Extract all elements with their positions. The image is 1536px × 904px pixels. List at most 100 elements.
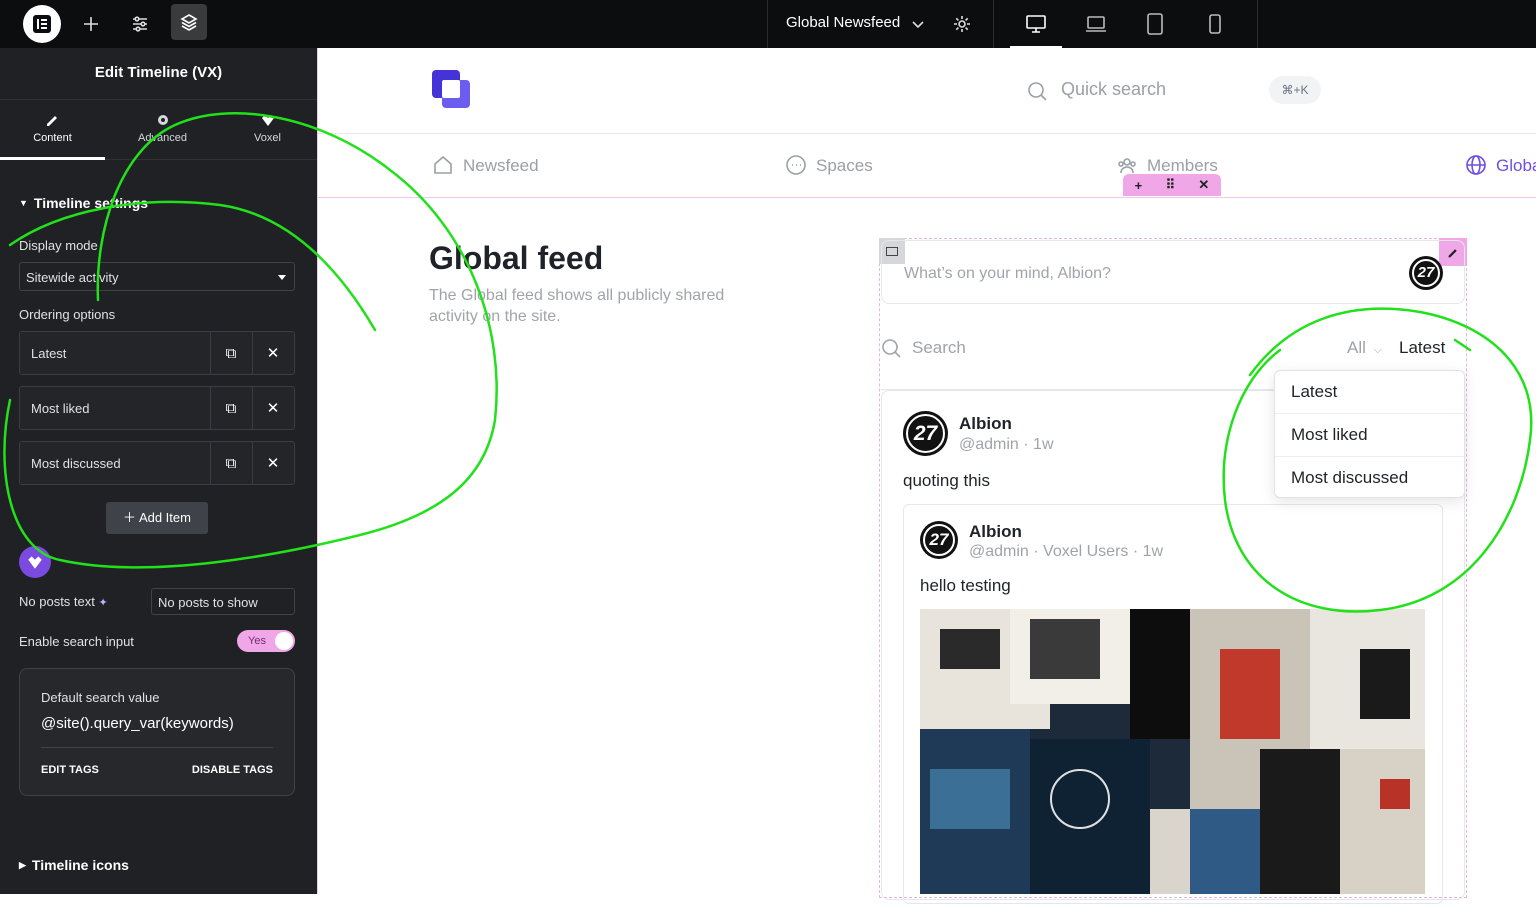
tablet-icon[interactable] [1143, 12, 1167, 36]
dropdown-option[interactable]: Latest [1275, 371, 1464, 414]
tab-content-label: Content [33, 132, 72, 144]
ordering-item-label: Most liked [31, 401, 90, 416]
toggle-knob [275, 632, 293, 650]
default-search-value[interactable]: @site().query_var(keywords) [41, 715, 234, 732]
display-mode-value: Sitewide activity [26, 270, 119, 285]
mobile-icon[interactable] [1203, 12, 1227, 36]
tab-advanced-label: Advanced [138, 132, 187, 144]
dropdown-option[interactable]: Most liked [1275, 414, 1464, 457]
desktop-icon[interactable] [1010, 12, 1062, 48]
layers-icon[interactable] [171, 4, 207, 40]
close-icon[interactable]: ✕ [1198, 177, 1209, 193]
divider [210, 442, 211, 484]
duplicate-icon[interactable]: ⧉ [221, 398, 241, 418]
globe-icon [1466, 155, 1486, 175]
add-item-label: Add Item [138, 510, 191, 525]
feed-search-placeholder: Search [912, 338, 966, 357]
post-author[interactable]: Albion [959, 414, 1012, 434]
gear-icon[interactable] [950, 12, 974, 36]
close-icon[interactable]: ✕ [263, 343, 283, 363]
filter-all-label: All [1347, 338, 1366, 357]
ordering-item[interactable]: Most liked ⧉ ✕ [19, 386, 295, 430]
ordering-item-label: Latest [31, 346, 67, 361]
section-timeline-icons[interactable]: ▶ Timeline icons [19, 857, 129, 873]
tab-content[interactable]: Content [0, 100, 105, 160]
duplicate-icon[interactable]: ⧉ [221, 343, 241, 363]
divider [252, 332, 253, 374]
order-dropdown-menu: Latest Most liked Most discussed [1274, 370, 1465, 498]
close-icon[interactable]: ✕ [263, 398, 283, 418]
site-logo[interactable] [432, 70, 472, 110]
post-meta: @admin · 1w [959, 436, 1054, 453]
quoted-author[interactable]: Albion [969, 522, 1022, 542]
add-icon[interactable] [79, 12, 103, 36]
topbar-divider [767, 0, 768, 48]
divider [210, 332, 211, 374]
elementor-logo-icon[interactable] [23, 5, 61, 43]
search-icon [1028, 82, 1047, 101]
shortcut-badge: ⌘+K [1269, 76, 1321, 104]
divider [210, 387, 211, 429]
post-composer[interactable]: What’s on your mind, Albion? 27 [881, 240, 1465, 304]
duplicate-icon[interactable]: ⧉ [221, 453, 241, 473]
enable-search-toggle[interactable]: Yes [237, 630, 295, 652]
section-title: Timeline icons [31, 857, 129, 873]
ordering-item[interactable]: Most discussed ⧉ ✕ [19, 441, 295, 485]
tab-advanced[interactable]: Advanced [110, 100, 215, 160]
editor-topbar: Global Newsfeed [0, 0, 1536, 48]
display-mode-label: Display mode [19, 238, 98, 253]
default-search-label: Default search value [41, 690, 160, 705]
close-icon[interactable]: ✕ [263, 453, 283, 473]
tab-voxel[interactable]: Voxel [215, 100, 320, 160]
ordering-options-label: Ordering options [19, 307, 116, 322]
no-posts-label: No posts text ✦ [19, 594, 108, 609]
page-title[interactable]: Global Newsfeed [786, 14, 900, 31]
nav-label: Members [1147, 156, 1218, 175]
drag-handle-icon[interactable]: ⠿ [1166, 177, 1176, 193]
caret-down-icon: ▼ [19, 198, 28, 208]
add-icon[interactable]: + [1135, 178, 1143, 193]
caret-down-icon [278, 275, 286, 280]
chat-bubble-icon [786, 155, 806, 175]
voxel-heart-icon[interactable] [19, 546, 51, 578]
topbar-divider [1257, 0, 1258, 48]
laptop-icon[interactable] [1084, 12, 1108, 36]
pencil-icon [46, 116, 57, 126]
no-posts-input[interactable]: No posts to show [151, 588, 295, 615]
avatar[interactable]: 27 [920, 521, 958, 559]
chevron-down-icon[interactable] [906, 12, 930, 36]
edit-tags-button[interactable]: EDIT TAGS [41, 764, 99, 776]
section-timeline-settings[interactable]: ▼ Timeline settings [19, 195, 148, 211]
ordering-item[interactable]: Latest ⧉ ✕ [19, 331, 295, 375]
order-dropdown[interactable]: Latest [1399, 338, 1445, 358]
post-text: quoting this [903, 471, 990, 490]
panel-title: Edit Timeline (VX) [94, 64, 223, 81]
plus-icon: ＋ [123, 510, 137, 525]
tab-voxel-label: Voxel [254, 132, 281, 144]
dropdown-option[interactable]: Most discussed [1275, 457, 1464, 500]
section-edit-handle[interactable]: + ⠿ ✕ [1123, 174, 1221, 196]
caret-right-icon: ▶ [19, 860, 26, 870]
quoted-text: hello testing [920, 576, 1011, 595]
enable-search-label: Enable search input [19, 634, 134, 649]
ai-sparkle-icon[interactable]: ✦ [99, 597, 108, 609]
display-mode-select[interactable]: Sitewide activity [19, 262, 295, 291]
feed-description: The Global feed shows all publicly share… [429, 287, 725, 325]
no-posts-label-text: No posts text [19, 594, 95, 609]
settings-sliders-icon[interactable] [128, 12, 152, 36]
divider [252, 442, 253, 484]
avatar[interactable]: 27 [1409, 256, 1443, 290]
composer-placeholder: What’s on your mind, Albion? [904, 265, 1111, 282]
chevron-down-icon: ⌵ [1373, 344, 1382, 356]
feed-title: Global feed [429, 240, 604, 276]
add-item-button[interactable]: ＋ Add Item [106, 502, 208, 534]
filter-all-dropdown[interactable]: All ⌵ [1347, 338, 1382, 358]
divider [252, 387, 253, 429]
ordering-item-label: Most discussed [31, 456, 121, 471]
topbar-divider [993, 0, 994, 48]
post-image-collage[interactable] [920, 609, 1425, 894]
divider [318, 133, 1536, 134]
disable-tags-button[interactable]: DISABLE TAGS [192, 764, 273, 776]
panel-tabs: Content Advanced Voxel [0, 99, 317, 160]
avatar[interactable]: 27 [903, 411, 948, 456]
